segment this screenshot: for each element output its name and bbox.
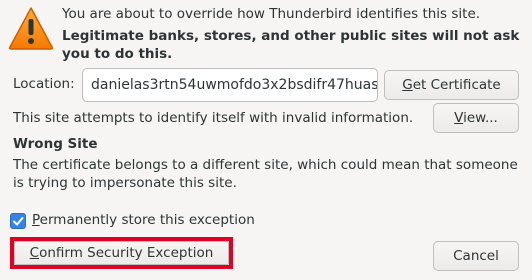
intro-text: You are about to override how Thunderbir… bbox=[62, 6, 481, 22]
permanent-store-label-text: ermanently store this exception bbox=[39, 212, 255, 228]
permanent-store-mnemonic: P bbox=[32, 212, 40, 228]
warning-triangle-icon bbox=[8, 7, 54, 50]
get-certificate-mnemonic: G bbox=[402, 77, 413, 93]
confirm-mnemonic: C bbox=[29, 245, 40, 261]
checkmark-icon bbox=[13, 217, 24, 226]
get-certificate-button[interactable]: Get Certificate bbox=[384, 70, 519, 100]
view-button[interactable]: View... bbox=[433, 103, 519, 133]
cancel-button[interactable]: Cancel bbox=[433, 241, 519, 271]
location-input[interactable]: danielas3rtn54uwmofdo3x2bsdifr47huas bbox=[82, 68, 378, 102]
view-label: iew... bbox=[463, 110, 498, 126]
confirm-label: onfirm Security Exception bbox=[39, 245, 214, 261]
warning-bold-text: Legitimate banks, stores, and other publ… bbox=[62, 28, 520, 62]
confirm-highlight-frame: Confirm Security Exception bbox=[10, 237, 233, 269]
wrong-site-description: The certificate belongs to a different s… bbox=[13, 157, 518, 191]
invalid-info-text: This site attempts to identify itself wi… bbox=[13, 110, 414, 126]
confirm-security-exception-button[interactable]: Confirm Security Exception bbox=[14, 241, 229, 265]
view-mnemonic: V bbox=[454, 110, 464, 126]
permanent-store-label[interactable]: Permanently store this exception bbox=[32, 212, 255, 228]
wrong-site-title: Wrong Site bbox=[13, 136, 98, 152]
get-certificate-label: et Certificate bbox=[412, 77, 501, 93]
location-label: Location: bbox=[13, 76, 75, 92]
permanent-store-checkbox[interactable] bbox=[10, 213, 26, 229]
